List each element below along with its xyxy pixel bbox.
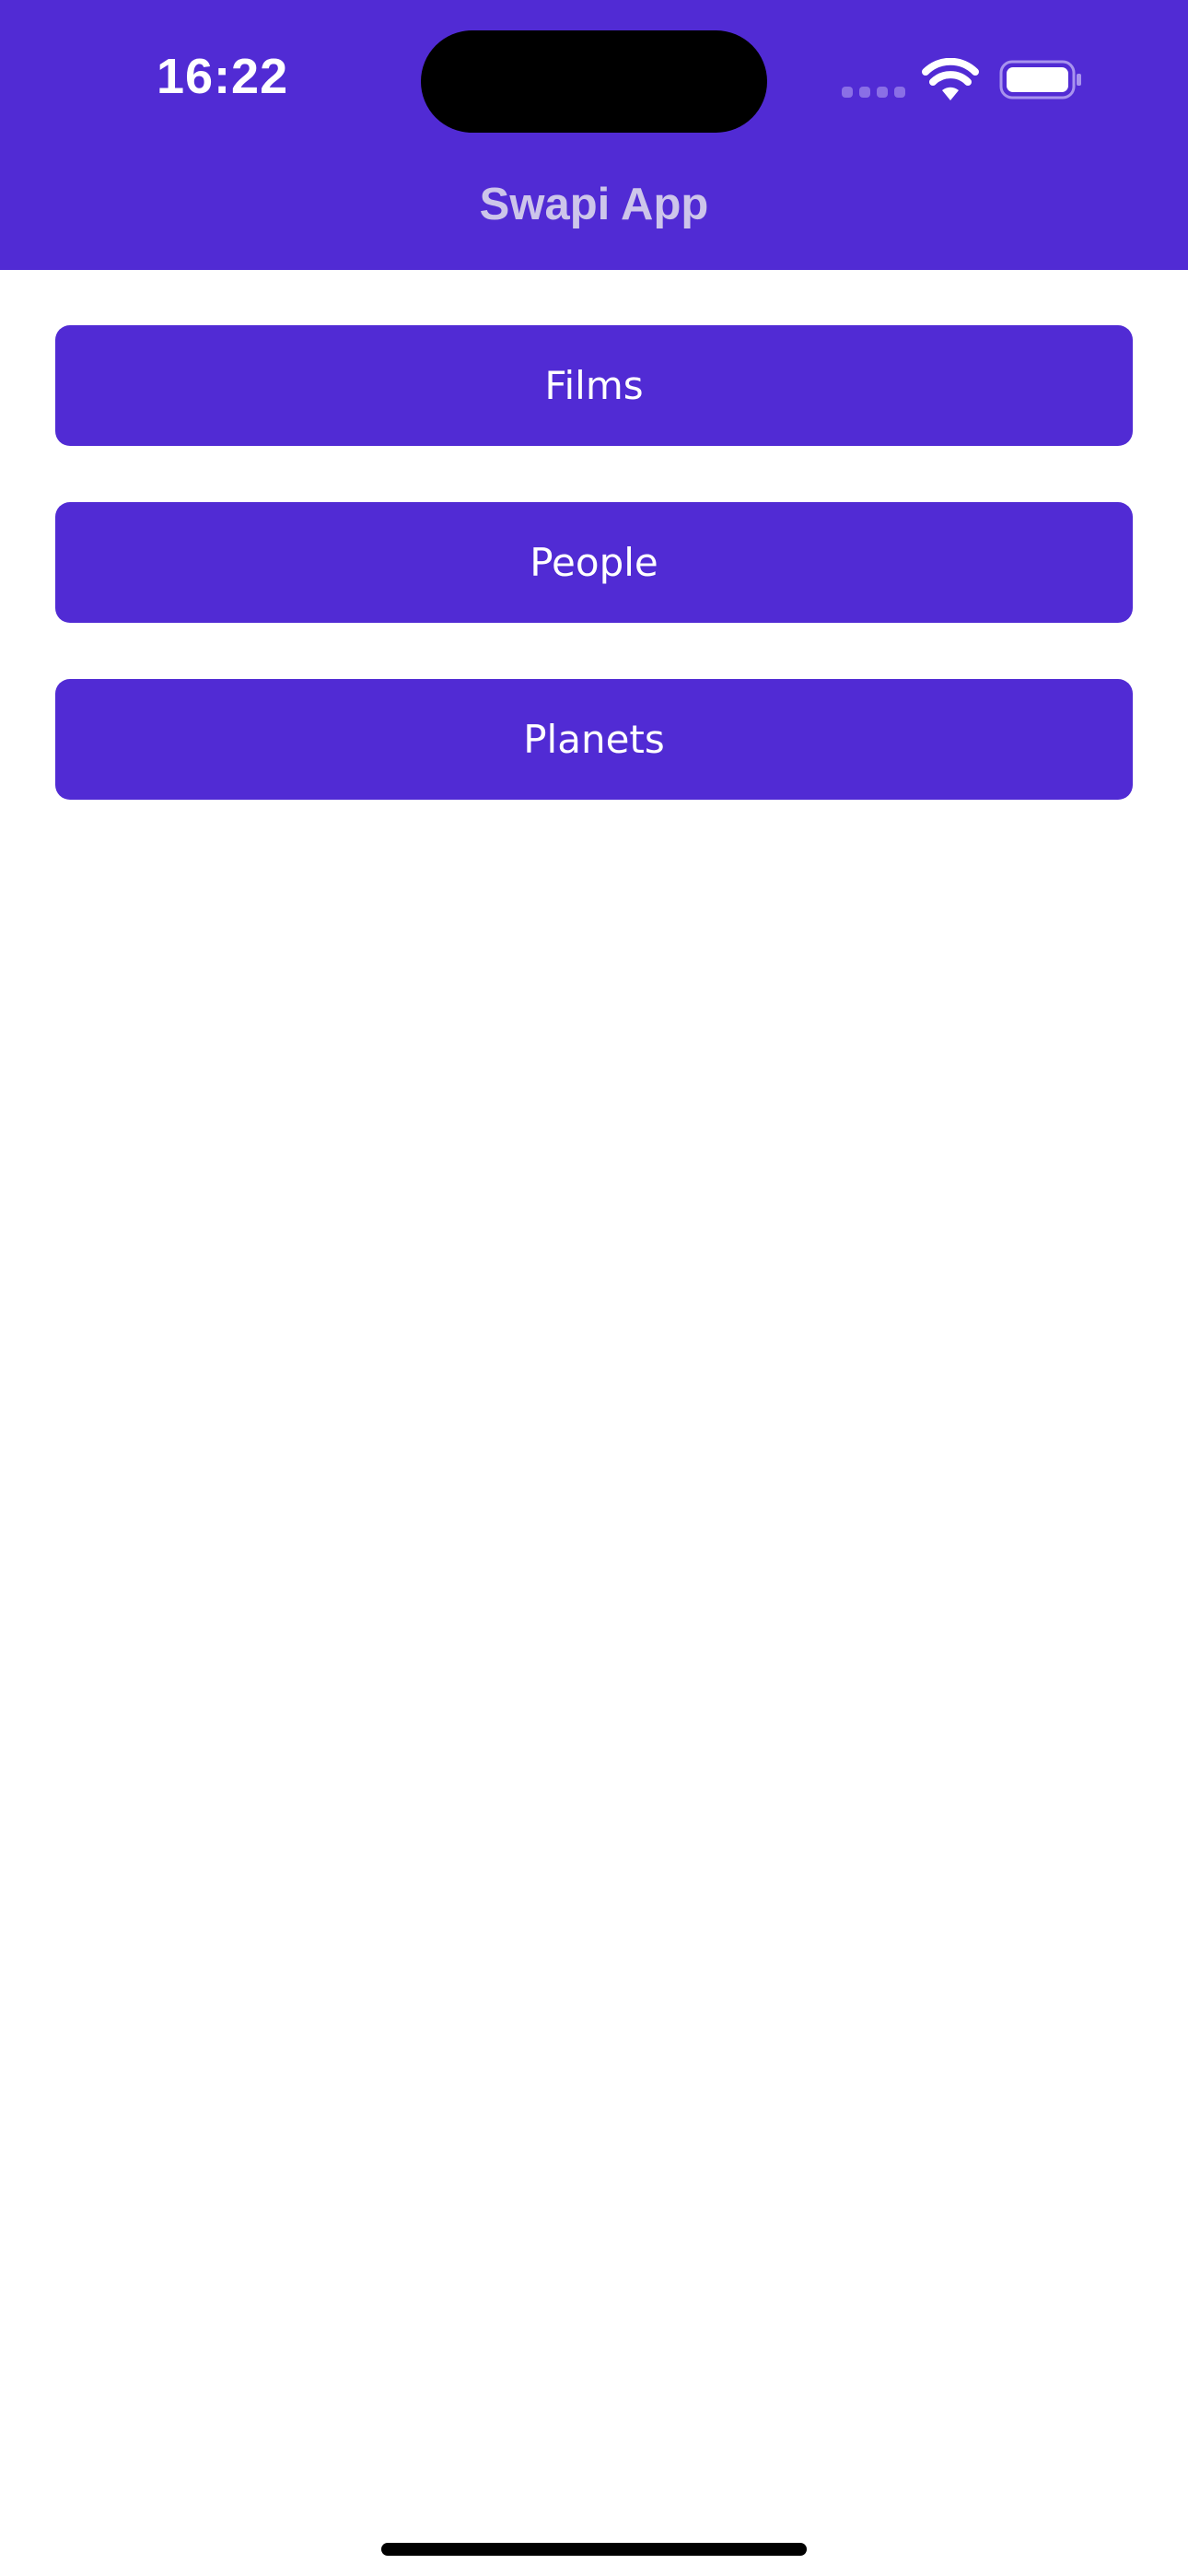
cellular-signal-icon bbox=[842, 87, 906, 100]
dynamic-island bbox=[421, 30, 767, 133]
home-indicator[interactable] bbox=[381, 2543, 807, 2556]
planets-button[interactable]: Planets bbox=[55, 679, 1133, 800]
battery-icon bbox=[999, 60, 1081, 100]
people-button[interactable]: People bbox=[55, 502, 1133, 623]
page-title: Swapi App bbox=[479, 180, 709, 229]
wifi-icon bbox=[922, 58, 979, 100]
films-button[interactable]: Films bbox=[55, 325, 1133, 446]
status-time: 16:22 bbox=[157, 49, 289, 104]
app-header: 16:22 Swapi App bbox=[0, 0, 1188, 270]
